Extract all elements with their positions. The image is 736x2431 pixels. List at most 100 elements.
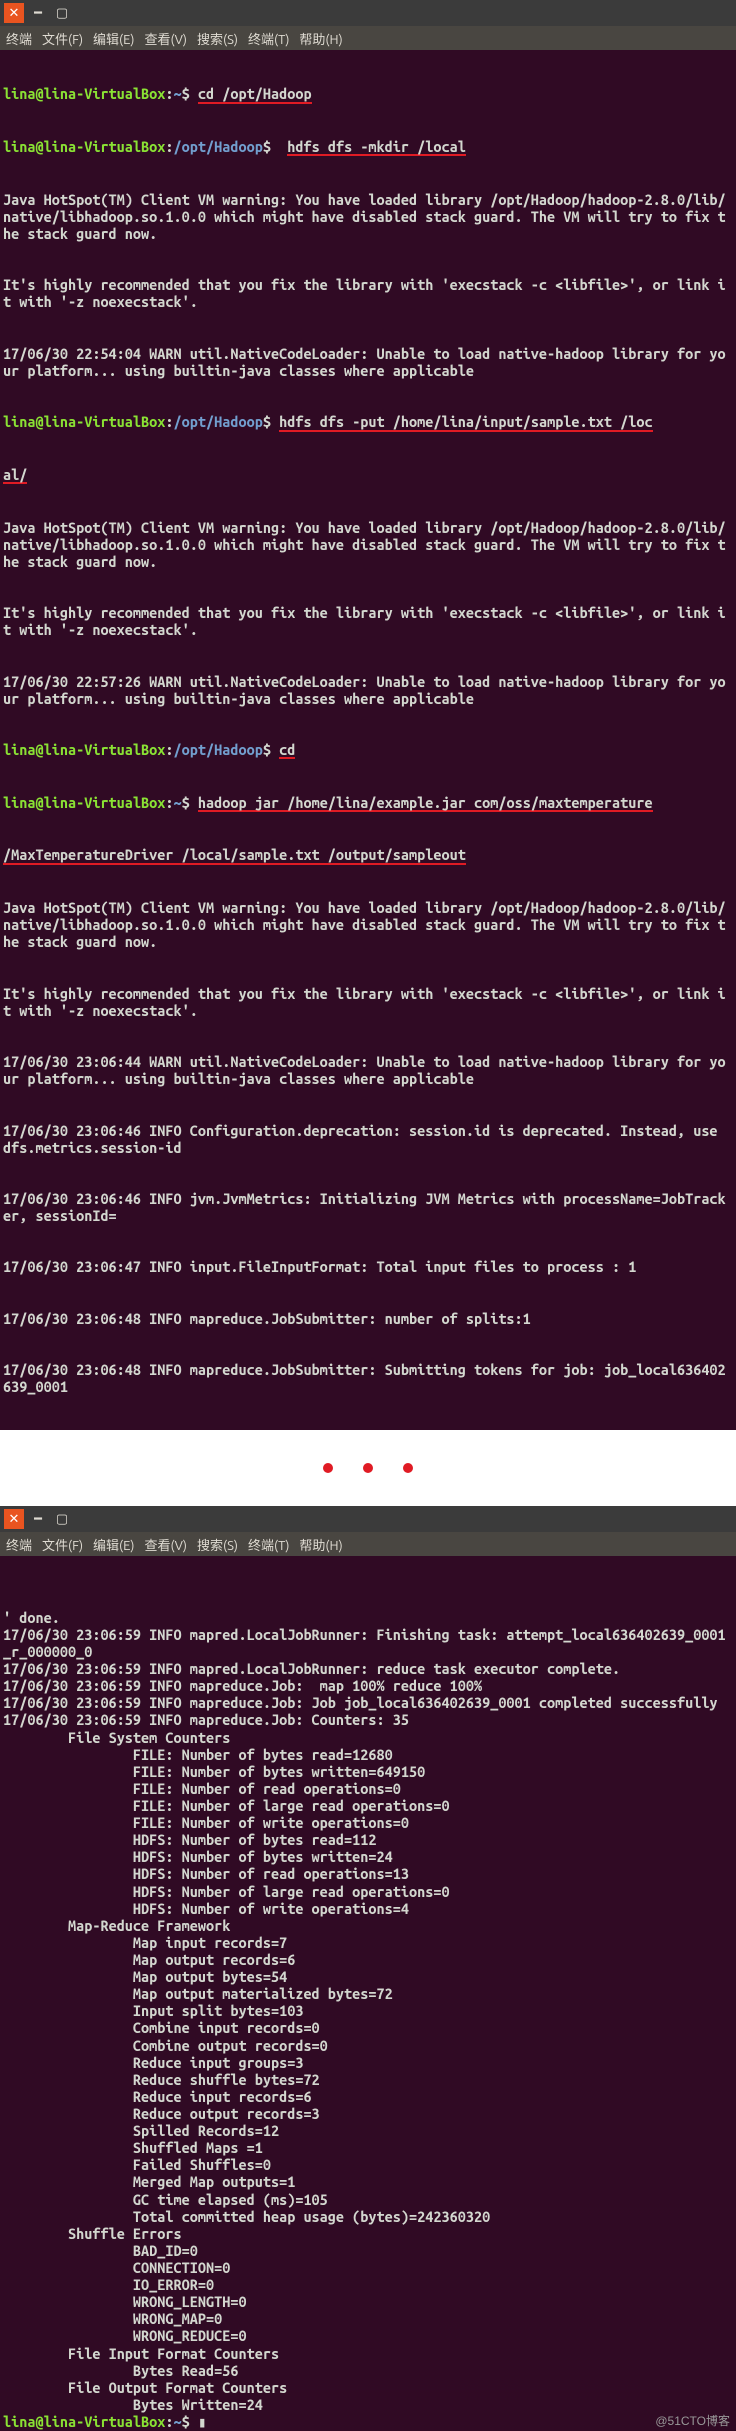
output-line: HDFS: Number of bytes read=112 <box>3 1831 733 1848</box>
terminal-body-1[interactable]: lina@lina-VirtualBox:~$ cd /opt/Hadoop l… <box>0 50 736 1430</box>
output-line: Map output materialized bytes=72 <box>3 1985 733 2002</box>
menu-search[interactable]: 搜索(S) <box>197 29 238 48</box>
output-line: 17/06/30 23:06:44 WARN util.NativeCodeLo… <box>3 1053 733 1087</box>
prompt-path: ~ <box>174 85 182 102</box>
output-line: Reduce shuffle bytes=72 <box>3 2071 733 2088</box>
output-line: HDFS: Number of large read operations=0 <box>3 1883 733 1900</box>
output-line: Shuffled Maps =1 <box>3 2139 733 2156</box>
command-run-jar: hadoop jar /home/lina/example.jar com/os… <box>198 796 653 813</box>
output-line: 17/06/30 23:06:59 INFO mapreduce.Job: Co… <box>3 1711 733 1728</box>
output-line: It's highly recommended that you fix the… <box>3 985 733 1019</box>
close-icon[interactable]: ✕ <box>4 3 24 23</box>
menu-terminal[interactable]: 终端 <box>6 1535 32 1554</box>
output-line: Bytes Read=56 <box>3 2362 733 2379</box>
prompt-path: /opt/Hadoop <box>174 741 263 758</box>
output-line: Shuffle Errors <box>3 2225 733 2242</box>
output-line: 17/06/30 23:06:59 INFO mapred.LocalJobRu… <box>3 1660 733 1677</box>
output-line: FILE: Number of read operations=0 <box>3 1780 733 1797</box>
prompt-user: lina@lina-VirtualBox <box>3 138 165 155</box>
output-line: 17/06/30 23:06:59 INFO mapreduce.Job: Jo… <box>3 1694 733 1711</box>
output-line: It's highly recommended that you fix the… <box>3 276 733 310</box>
output-line: Combine output records=0 <box>3 2037 733 2054</box>
menu-search[interactable]: 搜索(S) <box>197 1535 238 1554</box>
output-line: 17/06/30 23:06:48 INFO mapreduce.JobSubm… <box>3 1361 733 1395</box>
terminal-window-2: ✕ ━ ▢ 终端 文件(F) 编辑(E) 查看(V) 搜索(S) 终端(T) 帮… <box>0 1506 736 2431</box>
output-line: File Input Format Counters <box>3 2345 733 2362</box>
cursor[interactable]: ▮ <box>198 2413 207 2430</box>
menu-terminal[interactable]: 终端 <box>6 29 32 48</box>
output-line: FILE: Number of large read operations=0 <box>3 1797 733 1814</box>
output-line: Map output records=6 <box>3 1951 733 1968</box>
separator-dots <box>0 1430 736 1506</box>
output-line: Map-Reduce Framework <box>3 1917 733 1934</box>
command-cd-hadoop: cd /opt/Hadoop <box>198 87 312 104</box>
output-line: File Output Format Counters <box>3 2379 733 2396</box>
output-line: It's highly recommended that you fix the… <box>3 604 733 638</box>
output-line: File System Counters <box>3 1729 733 1746</box>
output-line: CONNECTION=0 <box>3 2259 733 2276</box>
output-line: Total committed heap usage (bytes)=24236… <box>3 2208 733 2225</box>
output-line: Reduce input groups=3 <box>3 2054 733 2071</box>
dot-icon <box>403 1463 413 1473</box>
menu-edit[interactable]: 编辑(E) <box>93 29 134 48</box>
output-line: Spilled Records=12 <box>3 2122 733 2139</box>
close-icon[interactable]: ✕ <box>4 1509 24 1529</box>
prompt-user: lina@lina-VirtualBox <box>3 794 165 811</box>
output-line: Input split bytes=103 <box>3 2002 733 2019</box>
minimize-icon[interactable]: ━ <box>28 3 48 23</box>
command-put: hdfs dfs -put /home/lina/input/sample.tx… <box>279 415 653 432</box>
titlebar[interactable]: ✕ ━ ▢ <box>0 0 736 26</box>
menu-view[interactable]: 查看(V) <box>145 29 187 48</box>
output-line: 17/06/30 23:06:47 INFO input.FileInputFo… <box>3 1258 733 1275</box>
menu-edit[interactable]: 编辑(E) <box>93 1535 134 1554</box>
menu-view[interactable]: 查看(V) <box>145 1535 187 1554</box>
command-put-cont: al/ <box>3 468 27 485</box>
prompt-path: ~ <box>174 794 182 811</box>
dot-icon <box>363 1463 373 1473</box>
output-line: IO_ERROR=0 <box>3 2276 733 2293</box>
maximize-icon[interactable]: ▢ <box>52 1509 72 1529</box>
output-line: ' done. <box>3 1609 733 1626</box>
output-line: Java HotSpot(TM) Client VM warning: You … <box>3 191 733 242</box>
menu-file[interactable]: 文件(F) <box>42 1535 83 1554</box>
output-line: BAD_ID=0 <box>3 2242 733 2259</box>
output-line: 17/06/30 22:57:26 WARN util.NativeCodeLo… <box>3 673 733 707</box>
watermark: @51CTO博客 <box>655 2412 730 2429</box>
output-line: Map output bytes=54 <box>3 1968 733 1985</box>
prompt-user: lina@lina-VirtualBox <box>3 85 165 102</box>
menubar: 终端 文件(F) 编辑(E) 查看(V) 搜索(S) 终端(T) 帮助(H) <box>0 1532 736 1556</box>
output-line: HDFS: Number of write operations=4 <box>3 1900 733 1917</box>
output-line: 17/06/30 23:06:59 INFO mapred.LocalJobRu… <box>3 1626 733 1660</box>
minimize-icon[interactable]: ━ <box>28 1509 48 1529</box>
menu-terminal-menu[interactable]: 终端(T) <box>248 29 289 48</box>
prompt-path: /opt/Hadoop <box>174 413 263 430</box>
output-line: WRONG_LENGTH=0 <box>3 2293 733 2310</box>
menu-help[interactable]: 帮助(H) <box>299 29 342 48</box>
command-cd: cd <box>279 743 295 760</box>
menubar: 终端 文件(F) 编辑(E) 查看(V) 搜索(S) 终端(T) 帮助(H) <box>0 26 736 50</box>
output-line: Merged Map outputs=1 <box>3 2173 733 2190</box>
output-line: Bytes Written=24 <box>3 2396 733 2413</box>
prompt-user: lina@lina-VirtualBox <box>3 2413 165 2430</box>
output-line: Map input records=7 <box>3 1934 733 1951</box>
menu-help[interactable]: 帮助(H) <box>299 1535 342 1554</box>
maximize-icon[interactable]: ▢ <box>52 3 72 23</box>
output-line: Java HotSpot(TM) Client VM warning: You … <box>3 899 733 950</box>
output-line: 17/06/30 22:54:04 WARN util.NativeCodeLo… <box>3 345 733 379</box>
output-line: Reduce input records=6 <box>3 2088 733 2105</box>
terminal-body-2[interactable]: ' done.17/06/30 23:06:59 INFO mapred.Loc… <box>0 1556 736 2431</box>
menu-terminal-menu[interactable]: 终端(T) <box>248 1535 289 1554</box>
titlebar[interactable]: ✕ ━ ▢ <box>0 1506 736 1532</box>
output-line: Java HotSpot(TM) Client VM warning: You … <box>3 519 733 570</box>
output-line: Combine input records=0 <box>3 2019 733 2036</box>
prompt-user: lina@lina-VirtualBox <box>3 413 165 430</box>
menu-file[interactable]: 文件(F) <box>42 29 83 48</box>
output-line: Reduce output records=3 <box>3 2105 733 2122</box>
prompt-user: lina@lina-VirtualBox <box>3 741 165 758</box>
output-line: HDFS: Number of read operations=13 <box>3 1865 733 1882</box>
output-line: HDFS: Number of bytes written=24 <box>3 1848 733 1865</box>
output-line: 17/06/30 23:06:48 INFO mapreduce.JobSubm… <box>3 1310 733 1327</box>
output-line: WRONG_REDUCE=0 <box>3 2327 733 2344</box>
output-line: 17/06/30 23:06:59 INFO mapreduce.Job: ma… <box>3 1677 733 1694</box>
output-line: 17/06/30 23:06:46 INFO jvm.JvmMetrics: I… <box>3 1190 733 1224</box>
